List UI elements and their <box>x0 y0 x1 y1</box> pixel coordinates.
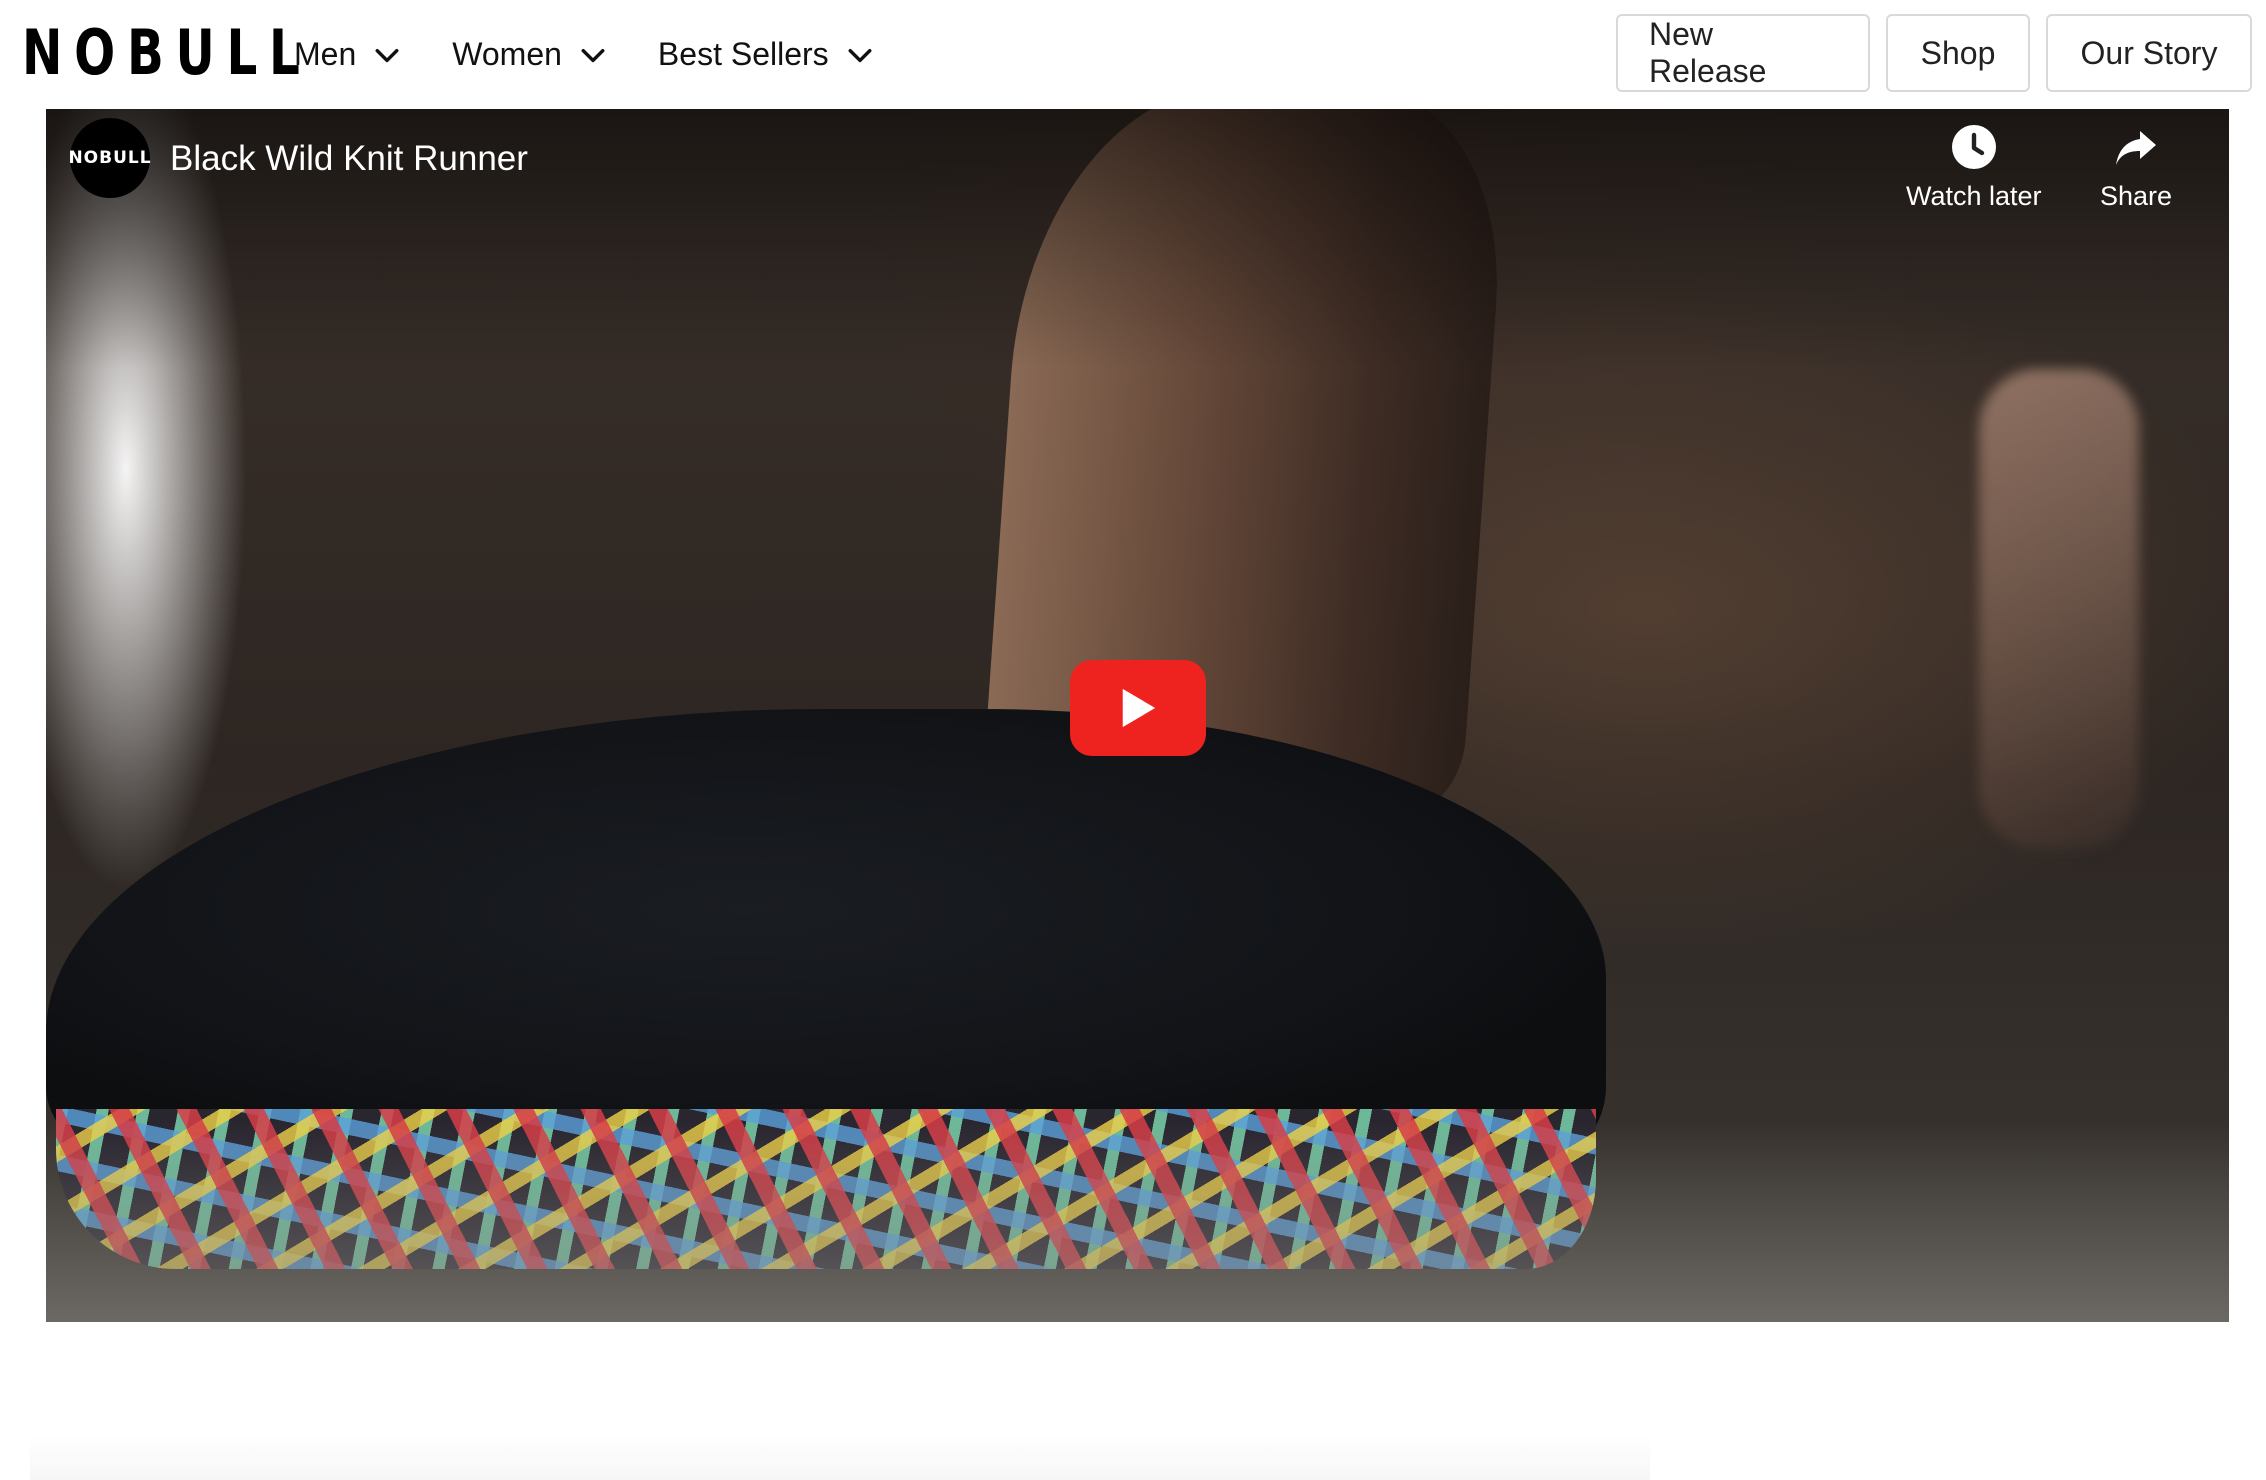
chevron-down-icon <box>581 48 605 62</box>
chevron-down-icon <box>375 48 399 62</box>
nav-item-men-label: Men <box>294 36 357 72</box>
channel-avatar[interactable]: NOBULL <box>68 118 151 198</box>
new-release-button[interactable]: New Release <box>1616 14 1870 92</box>
page-bottom-strip <box>30 1436 1650 1480</box>
nav-item-best-sellers[interactable]: Best Sellers <box>658 36 873 73</box>
header-buttons: New Release Shop Our Story <box>1616 14 2252 92</box>
video-title[interactable]: Black Wild Knit Runner <box>170 138 528 180</box>
main-nav: Men Women Best Sellers <box>294 0 925 109</box>
play-icon <box>1122 688 1156 728</box>
youtube-video-player[interactable]: NOBULL Black Wild Knit Runner Watch late… <box>46 109 2229 1322</box>
share-label: Share <box>2100 181 2173 211</box>
chevron-down-icon <box>848 48 872 62</box>
watch-later-button[interactable]: Watch later <box>1906 123 2042 212</box>
clock-icon <box>1951 125 1996 169</box>
nav-item-best-sellers-label: Best Sellers <box>657 36 829 72</box>
watch-later-label: Watch later <box>1906 181 2042 211</box>
our-story-button[interactable]: Our Story <box>2046 14 2252 92</box>
video-frame-arm <box>1979 369 2139 849</box>
share-button[interactable]: Share <box>2100 123 2172 212</box>
nav-item-women[interactable]: Women <box>452 36 606 73</box>
shop-button[interactable]: Shop <box>1886 14 2030 92</box>
play-button[interactable] <box>1070 660 1206 756</box>
video-frame-floor <box>46 1122 2229 1322</box>
nav-item-men[interactable]: Men <box>294 36 400 73</box>
brand-logo[interactable]: NOBULL <box>22 22 312 84</box>
share-arrow-icon <box>2116 131 2157 165</box>
top-navigation-bar: NOBULL Men Women Best Sellers New Releas… <box>0 0 2266 109</box>
nav-item-women-label: Women <box>452 36 562 72</box>
